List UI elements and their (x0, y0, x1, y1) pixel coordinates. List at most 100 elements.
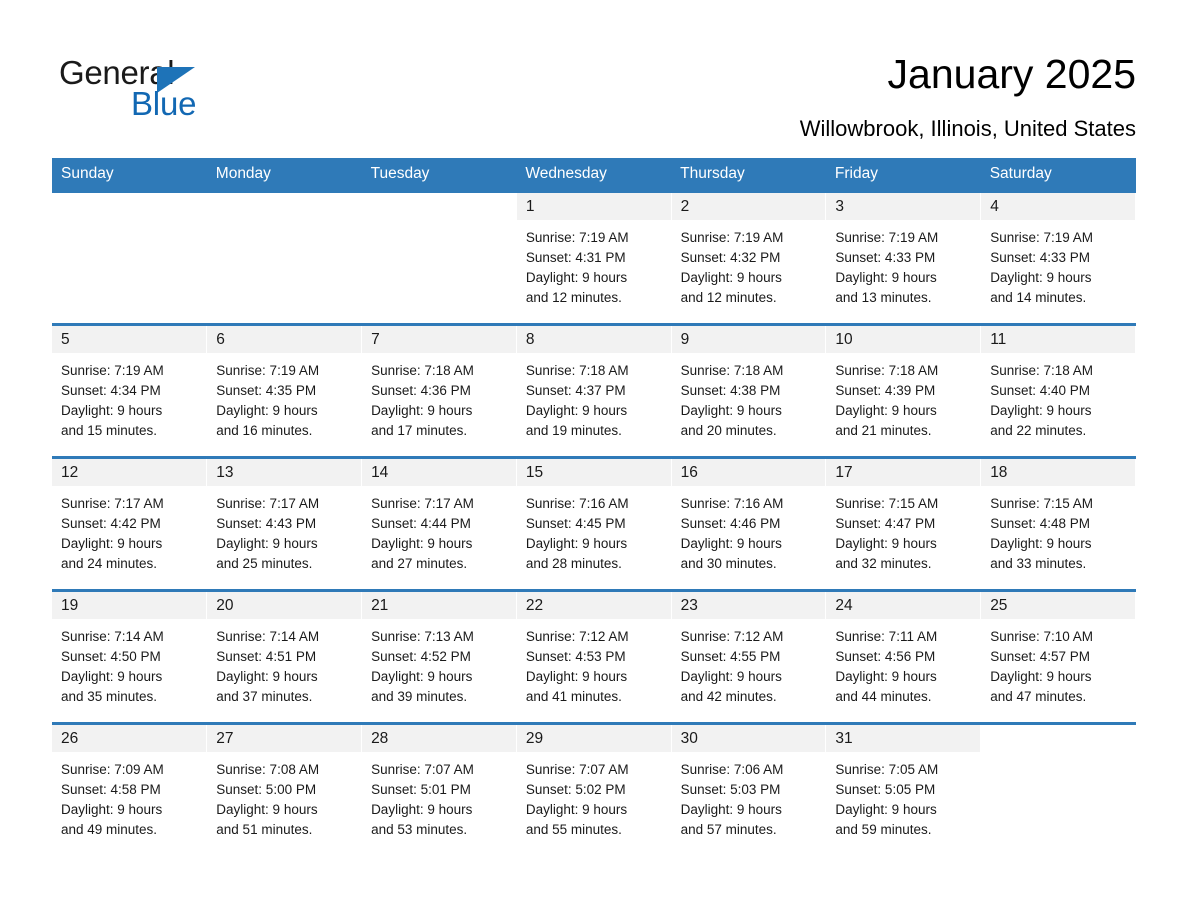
calendar-day-cell[interactable]: 23 Sunrise: 7:12 AM Sunset: 4:55 PM Dayligh… (671, 589, 827, 724)
calendar-day-cell[interactable]: 26 Sunrise: 7:09 AM Sunset: 4:58 PM Dayligh… (52, 722, 208, 855)
day-details: Sunrise: 7:08 AM Sunset: 5:00 PM Daylight:… (207, 752, 361, 840)
daylight-text-line2: and 27 minutes. (371, 556, 468, 571)
sunrise-text: Sunrise: 7:18 AM (680, 363, 784, 378)
daylight-text-line1: Daylight: 9 hours (216, 403, 318, 418)
daylight-text-line2: and 55 minutes. (525, 822, 622, 837)
daylight-text-line1: Daylight: 9 hours (835, 403, 937, 418)
calendar-day-cell[interactable]: 28 Sunrise: 7:07 AM Sunset: 5:01 PM Dayligh… (361, 722, 517, 855)
page-header: General Blue January 2025 Willowbrook, I… (52, 40, 1136, 150)
calendar-day-cell[interactable]: 7 Sunrise: 7:18 AM Sunset: 4:36 PM Daylight… (361, 323, 517, 458)
day-details: Sunrise: 7:07 AM Sunset: 5:01 PM Daylight:… (362, 752, 516, 840)
daylight-text-line2: and 20 minutes. (680, 423, 777, 438)
calendar-day-cell[interactable]: 4 Sunrise: 7:19 AM Sunset: 4:33 PM Daylight… (980, 190, 1136, 325)
calendar-day-cell[interactable]: 25 Sunrise: 7:10 AM Sunset: 4:57 PM Dayligh… (980, 589, 1136, 724)
calendar-day-cell[interactable]: 10 Sunrise: 7:18 AM Sunset: 4:39 PM Dayligh… (825, 323, 982, 458)
day-details: Sunrise: 7:16 AM Sunset: 4:46 PM Daylight:… (672, 486, 826, 574)
calendar-day-cell[interactable]: 27 Sunrise: 7:08 AM Sunset: 5:00 PM Dayligh… (206, 722, 363, 855)
sunset-text: Sunset: 4:33 PM (990, 250, 1090, 265)
daylight-text-line2: and 35 minutes. (61, 689, 158, 704)
sunrise-text: Sunrise: 7:19 AM (680, 230, 784, 245)
logo-text-blue: Blue (131, 85, 197, 122)
day-number (981, 725, 1135, 752)
calendar-day-cell[interactable]: 8 Sunrise: 7:18 AM Sunset: 4:37 PM Daylight… (516, 323, 672, 458)
day-number: 9 (671, 326, 826, 353)
daylight-text-line2: and 28 minutes. (525, 556, 622, 571)
sunrise-text: Sunrise: 7:08 AM (216, 762, 320, 777)
sunset-text: Sunset: 4:40 PM (990, 383, 1090, 398)
calendar-day-cell[interactable]: 11 Sunrise: 7:18 AM Sunset: 4:40 PM Dayligh… (980, 323, 1136, 458)
daylight-text-line1: Daylight: 9 hours (835, 536, 937, 551)
sunset-text: Sunset: 4:48 PM (990, 516, 1090, 531)
daylight-text-line2: and 15 minutes. (61, 423, 158, 438)
day-details: Sunrise: 7:12 AM Sunset: 4:55 PM Daylight:… (672, 619, 826, 707)
calendar-day-cell[interactable]: 9 Sunrise: 7:18 AM Sunset: 4:38 PM Daylight… (671, 323, 827, 458)
daylight-text-line2: and 49 minutes. (61, 822, 158, 837)
day-number: 30 (671, 725, 826, 752)
sunrise-text: Sunrise: 7:11 AM (835, 629, 938, 644)
sunrise-text: Sunrise: 7:06 AM (680, 762, 784, 777)
day-number: 8 (516, 326, 671, 353)
day-number: 27 (207, 725, 362, 752)
daylight-text-line1: Daylight: 9 hours (525, 669, 628, 684)
sunset-text: Sunset: 4:51 PM (216, 649, 317, 664)
day-details: Sunrise: 7:19 AM Sunset: 4:33 PM Daylight:… (981, 220, 1135, 308)
daylight-text-line2: and 51 minutes. (216, 822, 313, 837)
calendar-day-cell[interactable]: 20 Sunrise: 7:14 AM Sunset: 4:51 PM Dayligh… (206, 589, 363, 724)
calendar-day-cell[interactable]: 13 Sunrise: 7:17 AM Sunset: 4:43 PM Dayligh… (206, 456, 363, 591)
calendar-day-cell[interactable]: 12 Sunrise: 7:17 AM Sunset: 4:42 PM Dayligh… (52, 456, 208, 591)
calendar-day-cell[interactable]: 22 Sunrise: 7:12 AM Sunset: 4:53 PM Dayligh… (516, 589, 672, 724)
calendar-day-cell[interactable]: 24 Sunrise: 7:11 AM Sunset: 4:56 PM Dayligh… (825, 589, 982, 724)
day-number (207, 193, 362, 220)
sunset-text: Sunset: 4:43 PM (216, 516, 317, 531)
calendar-day-cell[interactable]: 5 Sunrise: 7:19 AM Sunset: 4:34 PM Daylight… (52, 323, 208, 458)
weekday-header-tuesday: Tuesday (361, 158, 517, 192)
sunset-text: Sunset: 5:01 PM (371, 782, 471, 797)
day-details: Sunrise: 7:14 AM Sunset: 4:50 PM Daylight:… (52, 619, 206, 707)
day-details: Sunrise: 7:18 AM Sunset: 4:39 PM Daylight:… (826, 353, 980, 441)
daylight-text-line1: Daylight: 9 hours (216, 536, 318, 551)
day-number: 3 (826, 193, 981, 220)
daylight-text-line1: Daylight: 9 hours (990, 669, 1092, 684)
daylight-text-line2: and 41 minutes. (525, 689, 622, 704)
sunset-text: Sunset: 4:55 PM (680, 649, 781, 664)
calendar-day-cell[interactable]: 21 Sunrise: 7:13 AM Sunset: 4:52 PM Dayligh… (361, 589, 517, 724)
sunrise-text: Sunrise: 7:12 AM (525, 629, 629, 644)
sunset-text: Sunset: 4:36 PM (371, 383, 471, 398)
day-number: 4 (981, 193, 1135, 220)
sunrise-text: Sunrise: 7:19 AM (990, 230, 1093, 245)
daylight-text-line2: and 32 minutes. (835, 556, 932, 571)
page-title: January 2025 (887, 51, 1136, 97)
calendar-day-cell[interactable]: 15 Sunrise: 7:16 AM Sunset: 4:45 PM Dayligh… (516, 456, 672, 591)
weekday-header-friday: Friday (825, 158, 981, 192)
day-details: Sunrise: 7:10 AM Sunset: 4:57 PM Daylight:… (981, 619, 1135, 707)
calendar-day-cell[interactable]: 18 Sunrise: 7:15 AM Sunset: 4:48 PM Dayligh… (980, 456, 1136, 591)
daylight-text-line1: Daylight: 9 hours (990, 403, 1092, 418)
daylight-text-line1: Daylight: 9 hours (525, 536, 628, 551)
calendar-day-cell[interactable]: 16 Sunrise: 7:16 AM Sunset: 4:46 PM Dayligh… (671, 456, 827, 591)
calendar-day-cell[interactable]: 6 Sunrise: 7:19 AM Sunset: 4:35 PM Daylight… (206, 323, 363, 458)
calendar-day-cell[interactable]: 2 Sunrise: 7:19 AM Sunset: 4:32 PM Daylight… (671, 190, 827, 325)
calendar-day-cell[interactable]: 14 Sunrise: 7:17 AM Sunset: 4:44 PM Dayligh… (361, 456, 517, 591)
calendar-day-cell[interactable]: 30 Sunrise: 7:06 AM Sunset: 5:03 PM Dayligh… (671, 722, 827, 855)
daylight-text-line2: and 33 minutes. (990, 556, 1087, 571)
page-subtitle-location: Willowbrook, Illinois, United States (799, 116, 1136, 141)
calendar-day-cell[interactable]: 1 Sunrise: 7:19 AM Sunset: 4:31 PM Daylight… (516, 190, 672, 325)
daylight-text-line1: Daylight: 9 hours (680, 270, 782, 285)
daylight-text-line1: Daylight: 9 hours (680, 403, 782, 418)
calendar-day-cell[interactable]: 17 Sunrise: 7:15 AM Sunset: 4:47 PM Dayligh… (825, 456, 982, 591)
day-details: Sunrise: 7:14 AM Sunset: 4:51 PM Daylight:… (207, 619, 361, 707)
sunset-text: Sunset: 4:31 PM (525, 250, 626, 265)
calendar-day-cell[interactable]: 3 Sunrise: 7:19 AM Sunset: 4:33 PM Daylight… (825, 190, 982, 325)
calendar-day-cell[interactable]: 29 Sunrise: 7:07 AM Sunset: 5:02 PM Dayligh… (516, 722, 672, 855)
sunrise-text: Sunrise: 7:09 AM (61, 762, 164, 777)
calendar-day-cell[interactable]: 31 Sunrise: 7:05 AM Sunset: 5:05 PM Dayligh… (825, 722, 982, 855)
sunset-text: Sunset: 4:50 PM (61, 649, 161, 664)
day-details: Sunrise: 7:19 AM Sunset: 4:31 PM Daylight:… (517, 220, 671, 308)
daylight-text-line1: Daylight: 9 hours (216, 802, 318, 817)
calendar-day-cell[interactable]: 19 Sunrise: 7:14 AM Sunset: 4:50 PM Dayligh… (52, 589, 208, 724)
daylight-text-line2: and 39 minutes. (371, 689, 468, 704)
day-number: 23 (671, 592, 826, 619)
sunset-text: Sunset: 4:37 PM (525, 383, 626, 398)
day-details: Sunrise: 7:18 AM Sunset: 4:38 PM Daylight:… (672, 353, 826, 441)
sunrise-text: Sunrise: 7:12 AM (680, 629, 784, 644)
